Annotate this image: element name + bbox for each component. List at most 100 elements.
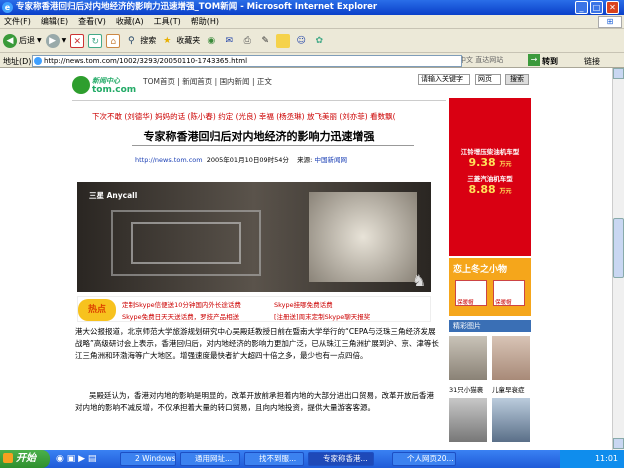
breadcrumb: TOM首页 | 新闻首页 | 国内新闻 | 正文	[143, 77, 272, 86]
winter-ad-title: 恋上冬之小物	[453, 265, 508, 275]
scroll-up-icon[interactable]	[613, 68, 624, 79]
tom-logo[interactable]: 新闻中心 tom.com	[72, 76, 136, 98]
desktop-icon[interactable]: ▣	[67, 454, 76, 464]
menu-view[interactable]: 查看(V)	[78, 16, 106, 27]
clock[interactable]: 11:01	[595, 454, 618, 463]
breadcrumb-tom-home[interactable]: TOM首页	[143, 77, 175, 86]
folder-icon[interactable]	[276, 33, 291, 48]
chess-knight-icon: ♞	[412, 271, 427, 290]
search-icon: ⚲	[127, 35, 135, 46]
music-ticker[interactable]: 下次不敢 (刘德华) 妈妈的话 (陈小春) 约定 (光良) 幸福 (杨丞琳) 放…	[92, 111, 444, 122]
address-label: 地址(D)	[3, 57, 32, 66]
system-tray: 11:01	[560, 450, 624, 468]
messenger-icon[interactable]: ☺	[294, 34, 308, 48]
forward-button[interactable]: ▶ ▼	[45, 33, 67, 48]
chevron-down-icon: ▼	[61, 37, 67, 44]
ad-brand: 三星 Anycall	[89, 191, 138, 200]
print-icon[interactable]: ⎙	[240, 34, 254, 48]
pic-caption-2[interactable]: 儿童早衰症	[492, 384, 525, 394]
back-arrow-icon: ◀	[3, 33, 17, 48]
maze-graphic	[131, 222, 241, 264]
favorites-button[interactable]: ★ 收藏夹	[160, 34, 200, 48]
site-search-input[interactable]: 请输入关键字	[418, 74, 470, 85]
menu-tools[interactable]: 工具(T)	[154, 16, 181, 27]
article-headline: 专家称香港回归后对内地经济的影响力迅速增强	[143, 130, 375, 143]
tool-icon[interactable]: ✿	[312, 34, 326, 48]
task-article[interactable]: 专家称香港...	[308, 452, 374, 466]
address-input[interactable]: http://news.tom.com/1002/3293/20050110-1…	[32, 55, 462, 67]
ad-line-2-value: 8.88	[468, 183, 496, 196]
window-title: 专家称香港回归后对内地经济的影响力迅速增强_TOM新闻 - Microsoft …	[16, 2, 378, 12]
meta-source[interactable]: 中国新闻网	[314, 156, 347, 164]
windows-flag-icon: ⊞	[598, 16, 622, 28]
media-icon[interactable]: ▶	[78, 454, 85, 464]
refresh-icon[interactable]: ↻	[88, 33, 103, 48]
window-titlebar: 专家称香港回归后对内地经济的影响力迅速增强_TOM新闻 - Microsoft …	[0, 0, 624, 15]
meta-url[interactable]: http://news.tom.com	[135, 156, 203, 164]
menu-favorites[interactable]: 收藏(A)	[116, 16, 144, 27]
meta-date: 2005年01月10日09时54分	[206, 156, 289, 164]
search-button[interactable]: ⚲ 搜索	[124, 34, 156, 48]
page-icon	[34, 57, 42, 65]
vertical-scrollbar[interactable]	[612, 68, 624, 450]
pic-caption-1[interactable]: 31只小猫裹	[449, 384, 483, 394]
home-icon[interactable]: ⌂	[106, 33, 121, 48]
menu-help[interactable]: 帮助(H)	[191, 16, 219, 27]
article-paragraph-1: 港大公报报道，北京师范大学旅游规划研究中心吴殿廷教授日前在暨南大学举行的“CEP…	[75, 327, 439, 360]
media-icon[interactable]: ◉	[204, 34, 218, 48]
promo-link-1[interactable]: 定制Skype信便送10分钟国内外长途话费	[122, 299, 241, 309]
ad-line-1-value: 9.38	[468, 156, 496, 169]
site-search-button[interactable]: 搜索	[505, 74, 529, 85]
ad-line-2-label: 三菱汽油机车型	[467, 175, 513, 183]
ad-line-1-unit: 万元	[499, 161, 512, 168]
divider	[132, 145, 414, 146]
page-content: 新闻中心 tom.com TOM首页 | 新闻首页 | 国内新闻 | 正文 请输…	[0, 68, 612, 450]
pic-kittens[interactable]	[449, 336, 487, 380]
promo-link-3[interactable]: Skype免费日天天送话费，罗技产品相送	[122, 311, 239, 321]
promo-link-2[interactable]: Skype挂哪免费话费	[274, 299, 333, 309]
hot-badge: 热点	[78, 299, 116, 321]
pic-progeria[interactable]	[492, 336, 530, 380]
task-homepage[interactable]: 个人网页20...	[392, 452, 456, 466]
menu-edit[interactable]: 编辑(E)	[41, 16, 68, 27]
scroll-down-icon[interactable]	[613, 438, 624, 449]
article-meta: http://news.tom.com 2005年01月10日09时54分 来源…	[135, 154, 347, 164]
folder-icon[interactable]: ▤	[88, 454, 97, 464]
promo-link-4[interactable]: [注册送]周末定制Skype聊天报奖	[274, 311, 370, 321]
links-label[interactable]: 链接	[584, 56, 600, 67]
divider	[72, 100, 446, 101]
go-button[interactable]: 转到	[542, 56, 558, 67]
maximize-button[interactable]: □	[590, 1, 603, 14]
search-type-select[interactable]: 网页	[475, 74, 501, 85]
stop-icon[interactable]: ✕	[70, 33, 85, 48]
tom-logo-mark-icon	[72, 76, 90, 94]
ad-line-1-label: 江铃增压柴油机车型	[460, 148, 520, 156]
browser-icon[interactable]: ◉	[56, 454, 64, 464]
pic-thumb[interactable]	[449, 398, 487, 442]
breadcrumb-domestic[interactable]: 国内新闻	[220, 77, 250, 86]
chevron-down-icon: ▼	[37, 37, 42, 44]
close-button[interactable]: ✕	[606, 1, 619, 14]
car-price-ad[interactable]: 江铃增压柴油机车型 9.38 万元 三菱汽油机车型 8.88 万元	[449, 98, 531, 256]
winter-goods-ad[interactable]: 恋上冬之小物 保暖帽 保暖帽	[449, 258, 531, 316]
minimize-button[interactable]: _	[575, 1, 588, 14]
quick-launch: ◉ ▣ ▶ ▤	[56, 453, 116, 465]
task-generic-url[interactable]: 通用网址...	[180, 452, 240, 466]
go-arrow-icon[interactable]: →	[528, 54, 540, 66]
scroll-thumb[interactable]	[613, 218, 624, 278]
edit-icon[interactable]: ✎	[258, 34, 272, 48]
anycall-banner-ad[interactable]: 三星 Anycall ♞	[77, 182, 431, 292]
task-windows[interactable]: 2 Windows...	[120, 452, 176, 466]
toolbar: ◀ 后退 ▼ ▶ ▼ ✕ ↻ ⌂ ⚲ 搜索 ★ 收藏夹 ◉ ✉ ⎙ ✎ ☺ ✿	[0, 29, 624, 53]
ad-line-2-unit: 万元	[499, 188, 512, 195]
menu-bar: 文件(F) 编辑(E) 查看(V) 收藏(A) 工具(T) 帮助(H)	[0, 15, 624, 29]
back-button[interactable]: ◀ 后退 ▼	[3, 33, 42, 48]
phone-image	[309, 192, 417, 282]
ie-logo-icon: e	[2, 2, 13, 13]
promo-bar: 热点 定制Skype信便送10分钟国内外长途话费 Skype挂哪免费话费 Sky…	[77, 296, 431, 322]
pic-thumb[interactable]	[492, 398, 530, 442]
mail-icon[interactable]: ✉	[222, 34, 236, 48]
task-not-found[interactable]: 找不到服...	[244, 452, 304, 466]
breadcrumb-news-home[interactable]: 新闻首页	[182, 77, 212, 86]
menu-file[interactable]: 文件(F)	[4, 16, 31, 27]
